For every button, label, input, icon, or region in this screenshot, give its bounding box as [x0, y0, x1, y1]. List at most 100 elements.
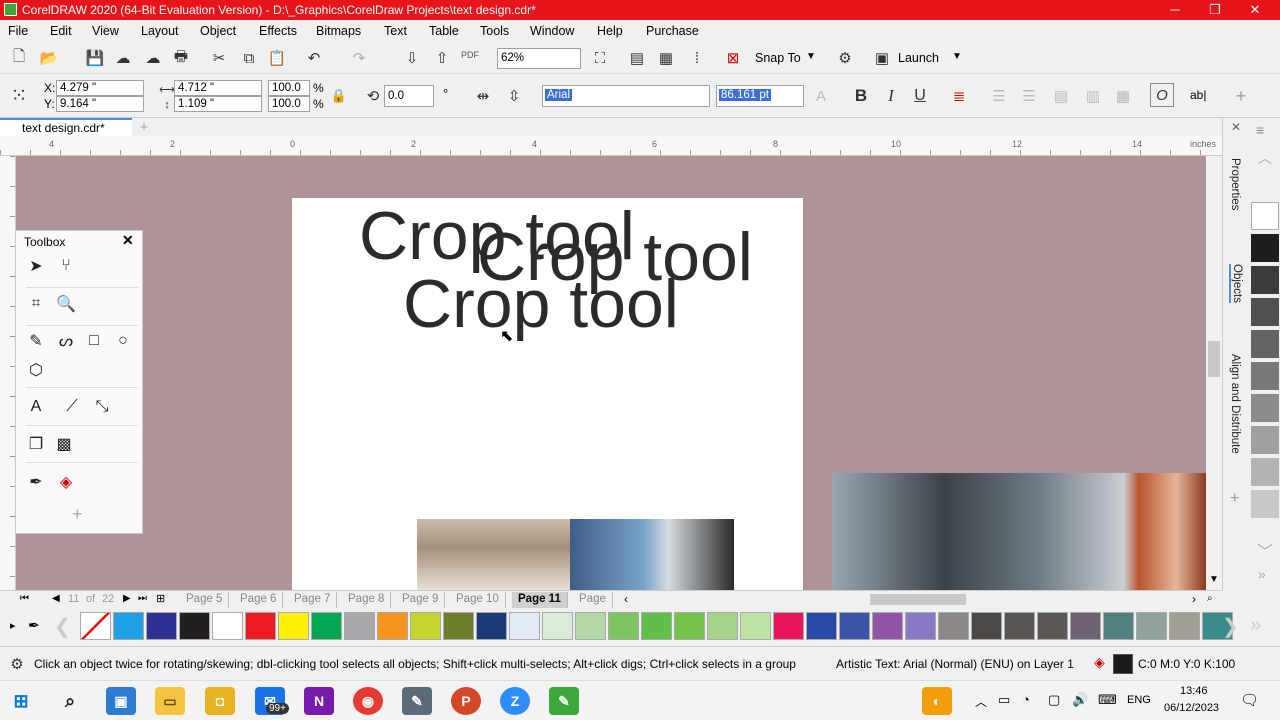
photos-app-icon[interactable]: ✎ — [402, 687, 432, 715]
scroll-up-icon[interactable]: ︿ — [1258, 148, 1272, 168]
font-size-scale-icon[interactable]: A — [810, 85, 832, 107]
scroll-left-icon[interactable]: ❮ — [54, 614, 71, 639]
new-document-icon[interactable]: 🗋 — [8, 47, 30, 69]
open-icon[interactable]: 📂 — [38, 47, 60, 69]
office-art-photo-image[interactable] — [570, 519, 734, 590]
color-swatch[interactable] — [146, 612, 177, 640]
artistic-media-icon[interactable]: ᔕ — [54, 329, 78, 353]
text-align-icon[interactable]: ≣ — [948, 85, 970, 107]
color-swatch[interactable] — [1169, 612, 1200, 640]
close-button[interactable]: ✕ — [1240, 0, 1270, 20]
horizontal-ruler[interactable]: 4 2 0 2 4 6 8 10 12 14 inches — [0, 136, 1222, 156]
scale-height-field[interactable]: 100.0 — [268, 96, 310, 112]
color-swatch[interactable] — [1103, 612, 1134, 640]
zoom-level-select[interactable]: 62% — [497, 48, 581, 69]
add-docker-icon[interactable]: + — [1230, 490, 1239, 508]
color-swatch[interactable] — [542, 612, 573, 640]
menu-effects[interactable]: Effects — [259, 24, 297, 38]
snap-to-dropdown[interactable]: Snap To — [755, 51, 801, 65]
x-position-field[interactable]: 4.279 " — [56, 80, 144, 96]
fill-color-swatch[interactable] — [1113, 654, 1133, 674]
add-icon[interactable]: + — [1230, 85, 1252, 107]
eyedropper-icon[interactable]: ✒ — [28, 617, 40, 634]
color-swatch[interactable] — [245, 612, 276, 640]
full-screen-preview-icon[interactable]: ▤ — [626, 47, 648, 69]
last-page-icon[interactable]: ⏭ — [138, 593, 147, 604]
menu-object[interactable]: Object — [200, 24, 236, 38]
color-swatch[interactable] — [509, 612, 540, 640]
menu-layout[interactable]: Layout — [141, 24, 179, 38]
color-swatch[interactable] — [575, 612, 606, 640]
new-tab-icon[interactable]: + — [133, 116, 155, 138]
tab-properties[interactable]: Properties — [1229, 158, 1241, 210]
menu-view[interactable]: View — [92, 24, 119, 38]
tray-app-icon[interactable]: ◐ — [922, 687, 952, 715]
first-page-icon[interactable]: ⏮ — [20, 593, 29, 604]
color-swatch[interactable] — [1251, 330, 1279, 358]
show-guidelines-icon[interactable]: ⁞ — [686, 47, 708, 69]
color-swatch[interactable] — [212, 612, 243, 640]
cloud-download-icon[interactable]: ☁ — [142, 47, 164, 69]
notifications-icon[interactable]: 🗨 — [1240, 691, 1259, 709]
color-swatch[interactable] — [443, 612, 474, 640]
scroll-right-icon[interactable]: ❯ — [1222, 614, 1239, 639]
transparency-icon[interactable]: ▩ — [52, 432, 76, 456]
color-swatch[interactable] — [1070, 612, 1101, 640]
scroll-right-icon[interactable]: › — [1192, 592, 1196, 606]
underline-button[interactable]: U — [909, 85, 931, 107]
bullet-list-icon[interactable]: ☰ — [988, 85, 1010, 107]
export-pdf-button[interactable]: PDF — [461, 50, 479, 60]
color-swatch[interactable] — [1251, 490, 1279, 518]
menu-edit[interactable]: Edit — [50, 24, 72, 38]
language-indicator[interactable]: ENG — [1127, 694, 1151, 706]
menu-table[interactable]: Table — [429, 24, 459, 38]
launch-dropdown[interactable]: Launch — [898, 51, 939, 65]
redo-icon[interactable]: ↷ — [348, 47, 370, 69]
menu-purchase[interactable]: Purchase — [646, 24, 699, 38]
paste-icon[interactable]: 📋 — [266, 47, 288, 69]
eyedropper-icon[interactable]: ✒ — [24, 470, 48, 494]
menu-text[interactable]: Text — [384, 24, 407, 38]
rotation-field[interactable]: 0.0 — [384, 85, 434, 107]
menu-help[interactable]: Help — [597, 24, 623, 38]
print-icon[interactable]: 🖶 — [170, 47, 192, 69]
palette-menu-icon[interactable]: ≡ — [1256, 122, 1264, 138]
zoom-to-page-icon[interactable]: ⛶ — [589, 47, 611, 69]
cut-icon[interactable]: ✂ — [208, 47, 230, 69]
add-tool-button[interactable]: + — [72, 504, 83, 525]
parallel-dimension-icon[interactable]: ⟋ — [60, 395, 84, 419]
color-swatch[interactable] — [1037, 612, 1068, 640]
document-page[interactable]: Crop tool Crop tool Crop tool — [292, 198, 803, 590]
settings-gear-icon[interactable]: ⚙ — [6, 653, 28, 675]
tab-objects[interactable]: Objects — [1229, 264, 1243, 303]
color-swatch[interactable] — [773, 612, 804, 640]
color-swatch[interactable] — [113, 612, 144, 640]
color-swatch[interactable] — [1251, 266, 1279, 294]
clock-date[interactable]: 06/12/2023 — [1164, 702, 1219, 714]
color-swatch[interactable] — [839, 612, 870, 640]
scroll-thumb[interactable] — [1208, 341, 1220, 377]
menu-bitmaps[interactable]: Bitmaps — [316, 24, 361, 38]
color-swatch[interactable] — [377, 612, 408, 640]
color-swatch[interactable] — [1251, 362, 1279, 390]
color-swatch[interactable] — [410, 612, 441, 640]
freehand-tool-icon[interactable]: ✎ — [24, 329, 48, 353]
freehand-pick-icon[interactable]: ⑂ — [54, 254, 78, 278]
mirror-vertical-icon[interactable]: ⇳ — [503, 85, 525, 107]
drop-cap-icon[interactable]: ▤ — [1050, 85, 1072, 107]
color-swatch[interactable] — [641, 612, 672, 640]
maximize-button[interactable]: ❐ — [1200, 0, 1230, 20]
store-icon[interactable]: ▣ — [106, 687, 136, 715]
color-swatch[interactable] — [1251, 458, 1279, 486]
page-tab-active[interactable]: Page 11 — [512, 592, 568, 608]
zoom-tool-icon[interactable]: 🔍 — [54, 292, 78, 316]
color-swatch[interactable] — [872, 612, 903, 640]
zoom-app-icon[interactable]: Z — [500, 687, 530, 715]
color-swatch[interactable] — [608, 612, 639, 640]
snap-off-icon[interactable]: ⊠ — [722, 47, 744, 69]
columns-icon[interactable]: ▥ — [1082, 85, 1104, 107]
numbered-list-icon[interactable]: ☰ — [1018, 85, 1040, 107]
color-swatch[interactable] — [1251, 234, 1279, 262]
page-tab[interactable]: Page 10 — [450, 592, 506, 608]
onenote-icon[interactable]: N — [304, 687, 334, 715]
